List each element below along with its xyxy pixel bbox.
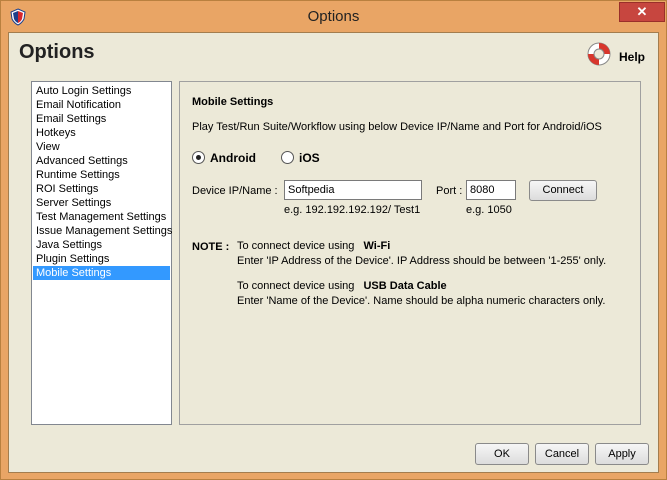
note-usb-intro: To connect device using USB Data Cable	[237, 280, 447, 292]
list-item-view[interactable]: View	[33, 140, 170, 154]
note-wifi-method: Wi-Fi	[363, 240, 391, 252]
list-item-roi-settings[interactable]: ROI Settings	[33, 182, 170, 196]
mobile-settings-panel: Mobile Settings Play Test/Run Suite/Work…	[179, 81, 641, 425]
list-item-advanced-settings[interactable]: Advanced Settings	[33, 154, 170, 168]
page-title: Options	[19, 41, 95, 63]
device-ip-input[interactable]: Softpedia	[284, 180, 422, 200]
options-window: Options ✕ Options Help Auto Login Settin…	[0, 0, 667, 480]
list-item-server-settings[interactable]: Server Settings	[33, 196, 170, 210]
port-input[interactable]: 8080	[466, 180, 516, 200]
window-title: Options	[307, 8, 360, 25]
ok-button[interactable]: OK	[475, 443, 529, 465]
help-link[interactable]: Help	[619, 50, 645, 64]
note-wifi-detail: Enter 'IP Address of the Device'. IP Add…	[237, 255, 607, 267]
cancel-button[interactable]: Cancel	[535, 443, 589, 465]
list-item-test-management-settings[interactable]: Test Management Settings	[33, 210, 170, 224]
note-label: NOTE :	[192, 241, 230, 253]
note-wifi-intro-text: To connect device using	[237, 240, 355, 252]
list-item-auto-login-settings[interactable]: Auto Login Settings	[33, 84, 170, 98]
port-label: Port :	[436, 185, 463, 197]
list-item-plugin-settings[interactable]: Plugin Settings	[33, 252, 170, 266]
title-bar[interactable]: Options ✕	[1, 1, 666, 32]
android-radio[interactable]	[192, 151, 205, 164]
list-item-email-notification[interactable]: Email Notification	[33, 98, 170, 112]
lifebuoy-help-icon[interactable]	[586, 41, 612, 67]
close-button[interactable]: ✕	[619, 2, 665, 22]
port-example-hint: e.g. 1050	[466, 204, 512, 216]
list-item-mobile-settings[interactable]: Mobile Settings	[33, 266, 170, 280]
section-heading: Mobile Settings	[192, 96, 274, 108]
device-ip-label: Device IP/Name :	[192, 185, 278, 197]
list-item-email-settings[interactable]: Email Settings	[33, 112, 170, 126]
note-wifi-intro: To connect device using Wi-Fi	[237, 240, 390, 252]
android-radio-label[interactable]: Android	[210, 151, 256, 165]
note-usb-detail: Enter 'Name of the Device'. Name should …	[237, 295, 606, 307]
list-item-java-settings[interactable]: Java Settings	[33, 238, 170, 252]
list-item-runtime-settings[interactable]: Runtime Settings	[33, 168, 170, 182]
ios-radio-label[interactable]: iOS	[299, 151, 320, 165]
apply-button[interactable]: Apply	[595, 443, 649, 465]
list-item-issue-management-settings[interactable]: Issue Management Settings	[33, 224, 172, 238]
android-radio-dot	[196, 155, 201, 160]
section-description: Play Test/Run Suite/Workflow using below…	[192, 121, 602, 133]
settings-category-list[interactable]: Auto Login Settings Email Notification E…	[31, 81, 172, 425]
device-example-hint: e.g. 192.192.192.192/ Test1	[284, 204, 421, 216]
options-client-area: Options Help Auto Login Settings Email N…	[8, 32, 659, 473]
note-usb-method: USB Data Cable	[363, 280, 447, 292]
connect-button[interactable]: Connect	[529, 180, 597, 201]
note-usb-intro-text: To connect device using	[237, 280, 355, 292]
list-item-hotkeys[interactable]: Hotkeys	[33, 126, 170, 140]
ios-radio[interactable]	[281, 151, 294, 164]
